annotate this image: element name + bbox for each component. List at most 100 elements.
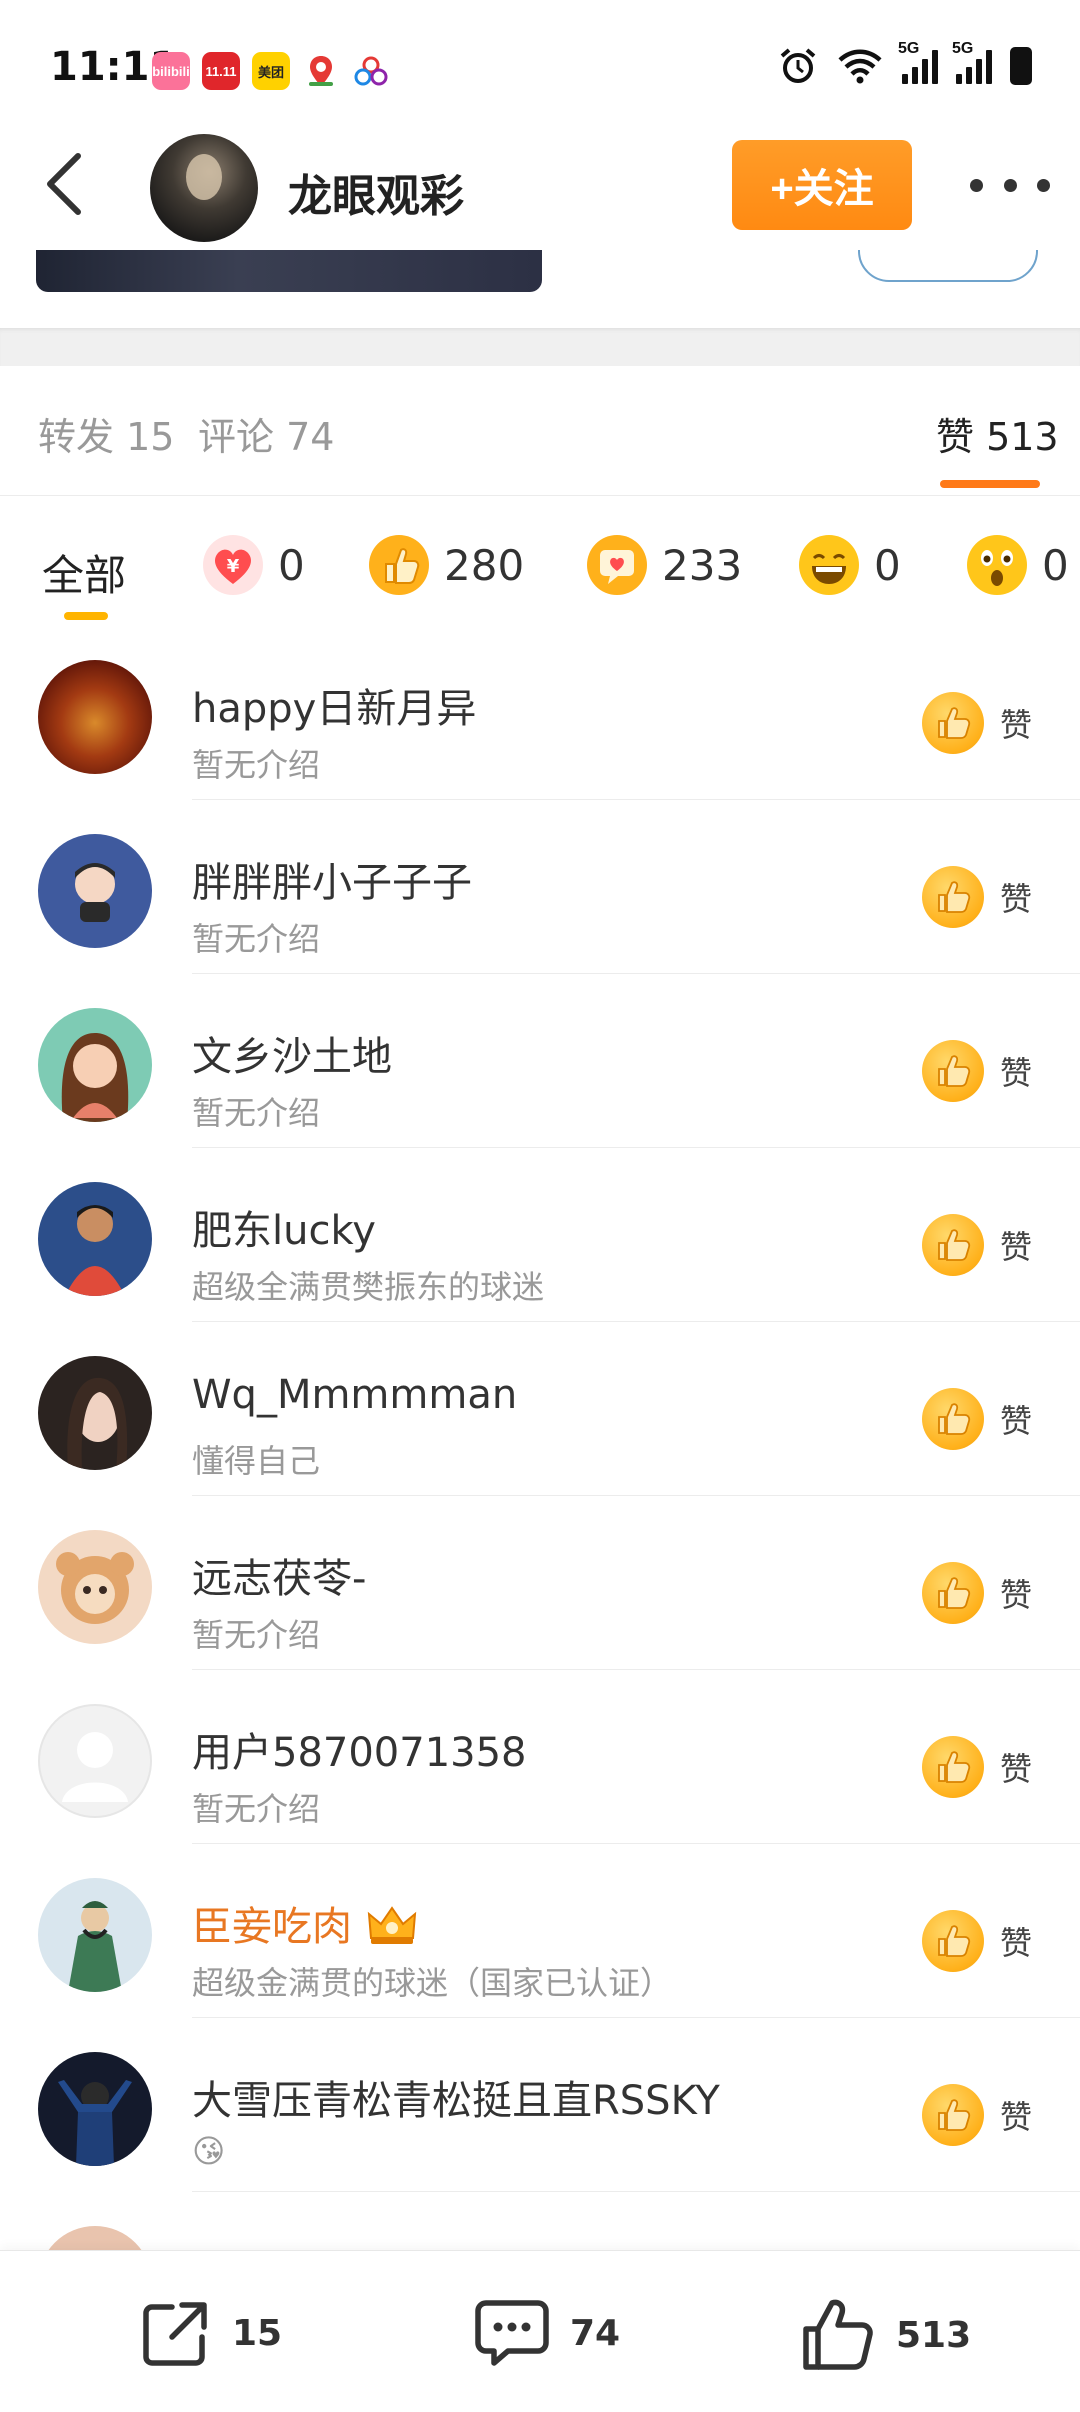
bottom-action-bar: 15 74 513 (0, 2250, 1080, 2412)
user-bio: 暂无介绍 (192, 746, 321, 784)
filter-heart-message[interactable]: 233 (586, 534, 742, 596)
avatar[interactable] (38, 2052, 152, 2166)
user-name[interactable]: 胖胖胖小子子子 (192, 850, 472, 908)
thumbs-up-icon (922, 1040, 984, 1102)
vip-crown-icon (367, 1906, 416, 1944)
meituan-icon: 美团 (252, 52, 290, 90)
notification-icons: bilibili 11.11 美团 (152, 52, 390, 90)
avatar[interactable] (38, 1008, 152, 1122)
like-tag: 赞 (922, 1562, 1032, 1624)
cloud-app-icon (352, 52, 390, 90)
chevron-left-icon (47, 153, 81, 215)
battery-icon (1010, 47, 1032, 85)
user-name[interactable]: 远志茯苓- (192, 1546, 366, 1604)
list-item[interactable]: 文乡沙土地 暂无介绍 赞 (0, 974, 1080, 1148)
thumbs-up-icon (922, 692, 984, 754)
thumbs-up-icon (368, 534, 430, 596)
page-header: 龙眼观彩 +关注 (0, 120, 1080, 250)
list-item[interactable]: 胖胖胖小子子子 暂无介绍 赞 (0, 800, 1080, 974)
signal-5g-icon: 5G (898, 40, 938, 84)
filter-laughing[interactable]: 0 (798, 534, 901, 596)
like-tag: 赞 (922, 866, 1032, 928)
user-name[interactable]: 大雪压青松青松挺且直RSSKY (192, 2068, 720, 2126)
like-tag: 赞 (922, 1214, 1032, 1276)
avatar[interactable] (38, 1530, 152, 1644)
section-divider (0, 328, 1080, 366)
comment-button[interactable]: 74 (472, 2295, 620, 2371)
list-item[interactable]: 臣妾吃肉 超级金满贯的球迷（国家已认证） 赞 (0, 1844, 1080, 2018)
interaction-tabs: 转发 15 评论 74 赞 513 (0, 366, 1080, 496)
avatar[interactable] (38, 1878, 152, 1992)
map-pin-icon (302, 52, 340, 90)
like-tag: 赞 (922, 2084, 1032, 2146)
user-bio: 暂无介绍 (192, 1790, 321, 1828)
liker-list: happy日新月异 暂无介绍 赞 胖胖胖小子子子 暂无介绍 赞 文乡沙土地 暂无… (0, 626, 1080, 2366)
comment-icon (475, 2300, 549, 2366)
user-name[interactable]: 用户5870071358 (192, 1720, 527, 1778)
surprised-face-icon (966, 534, 1028, 596)
user-name[interactable]: 文乡沙土地 (192, 1024, 392, 1082)
avatar[interactable] (38, 1182, 152, 1296)
signal-5g-icon: 5G (952, 40, 992, 84)
user-bio: 超级全满贯樊振东的球迷 (192, 1268, 545, 1306)
repost-button[interactable]: 15 (138, 2295, 282, 2371)
filter-surprised[interactable]: 0 (966, 534, 1069, 596)
avatar[interactable] (38, 1356, 152, 1470)
filter-all[interactable]: 全部 (42, 542, 126, 603)
list-item[interactable]: Wq_Mmmmman 懂得自己 赞 (0, 1322, 1080, 1496)
status-bar: 11:11 bilibili 11.11 美团 5G 5G (0, 0, 1080, 140)
user-name[interactable]: happy日新月异 (192, 676, 476, 734)
wifi-icon (838, 49, 882, 84)
user-bio: 😘 (192, 2132, 226, 2170)
thumbs-up-icon (922, 1910, 984, 1972)
list-item[interactable]: happy日新月异 暂无介绍 赞 (0, 626, 1080, 800)
follow-button[interactable]: +关注 (732, 140, 912, 230)
filter-thumbs-up[interactable]: 280 (368, 534, 524, 596)
heart-yuan-icon: ¥ (202, 534, 264, 596)
tab-comments[interactable]: 评论 74 (198, 406, 334, 461)
tab-reposts[interactable]: 转发 15 (38, 406, 174, 461)
list-item[interactable]: 大雪压青松青松挺且直RSSKY 😘 赞 (0, 2018, 1080, 2192)
avatar[interactable] (38, 660, 152, 774)
list-item[interactable]: 肥东lucky 超级全满贯樊振东的球迷 赞 (0, 1148, 1080, 1322)
tmall-1111-icon: 11.11 (202, 52, 240, 90)
user-bio: 暂无介绍 (192, 1616, 321, 1654)
like-tag: 赞 (922, 1736, 1032, 1798)
tab-likes[interactable]: 赞 513 (936, 406, 1059, 461)
user-name[interactable]: 臣妾吃肉 (192, 1894, 419, 1952)
thumbs-up-icon (922, 1562, 984, 1624)
heart-message-icon (586, 534, 648, 596)
promo-image[interactable] (36, 250, 542, 292)
user-bio: 懂得自己 (192, 1442, 321, 1480)
user-name[interactable]: Wq_Mmmmman (192, 1372, 517, 1418)
dot-icon (1003, 178, 1017, 192)
system-status: 5G 5G (778, 40, 1032, 86)
account-name[interactable]: 龙眼观彩 (288, 160, 464, 224)
reaction-filter: 全部 ¥ 0 280 233 0 0 (0, 496, 1080, 626)
thumbs-up-outline-icon (803, 2299, 873, 2370)
thumbs-up-icon (922, 866, 984, 928)
promo-strip (0, 250, 1080, 330)
filter-heart-yuan[interactable]: ¥ 0 (202, 534, 305, 596)
account-avatar[interactable] (150, 134, 258, 242)
try-now-button[interactable] (858, 250, 1038, 282)
user-bio: 暂无介绍 (192, 920, 321, 958)
back-button[interactable] (34, 148, 94, 218)
dot-icon (1037, 178, 1050, 192)
user-name[interactable]: 肥东lucky (192, 1198, 376, 1256)
bilibili-icon: bilibili (152, 52, 190, 90)
svg-text:¥: ¥ (227, 556, 240, 577)
thumbs-up-icon (922, 1214, 984, 1276)
user-bio: 超级金满贯的球迷（国家已认证） (192, 1964, 673, 2002)
dot-icon (970, 178, 983, 192)
list-item[interactable]: 用户5870071358 暂无介绍 赞 (0, 1670, 1080, 1844)
list-item[interactable]: 远志茯苓- 暂无介绍 赞 (0, 1496, 1080, 1670)
default-avatar-icon[interactable] (38, 1704, 152, 1818)
like-button[interactable]: 513 (798, 2295, 971, 2375)
avatar[interactable] (38, 834, 152, 948)
like-tag: 赞 (922, 1910, 1032, 1972)
like-tag: 赞 (922, 1388, 1032, 1450)
thumbs-up-icon (922, 1388, 984, 1450)
more-options-button[interactable] (970, 160, 1050, 210)
laughing-face-icon (798, 534, 860, 596)
